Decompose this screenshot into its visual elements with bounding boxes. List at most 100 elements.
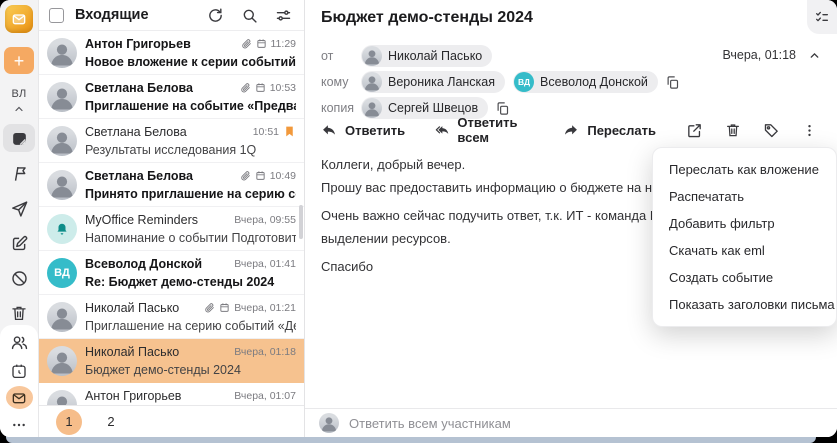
flag-icon	[10, 164, 29, 183]
calendar-app-button[interactable]	[3, 359, 35, 383]
list-scrollbar[interactable]	[299, 205, 303, 239]
left-rail: + ВЛ	[0, 0, 39, 437]
menu-item[interactable]: Распечатать	[653, 183, 836, 210]
recipient-chip[interactable]: Николай Пасько	[361, 45, 493, 67]
calendar-event-icon	[255, 82, 266, 93]
tag-icon[interactable]	[763, 122, 780, 139]
message-snippet: Новое вложение к серии событий «Аналити…	[85, 54, 296, 69]
sender-name: Светлана Белова	[85, 124, 187, 139]
search-icon[interactable]	[241, 7, 258, 24]
sidebar-item-sent[interactable]	[3, 194, 35, 222]
message-time: 10:51	[252, 125, 279, 138]
user-avatar	[319, 413, 339, 433]
attachment-icon	[240, 82, 251, 93]
photo-avatar	[47, 38, 77, 68]
forward-button[interactable]: Переслать	[563, 122, 656, 138]
sender-name: Николай Пасько	[85, 300, 180, 315]
to-row: кому Вероника Ланская ВД Всеволод Донской	[321, 70, 821, 94]
initials-avatar: ВД	[514, 72, 535, 92]
sender-name: MyOffice Reminders	[85, 212, 198, 227]
list-header: Входящие	[39, 0, 304, 31]
filter-tune-icon[interactable]	[275, 7, 292, 24]
menu-item[interactable]: Скачать как eml	[653, 237, 836, 264]
calendar-icon	[10, 362, 28, 380]
message-time: Вчера, 01:41	[234, 257, 296, 270]
sidebar-item-spam[interactable]	[3, 264, 35, 292]
profile-avatar[interactable]: ВЛ	[0, 88, 38, 100]
sender-name: Антон Григорьев	[85, 36, 191, 51]
from-label: от	[321, 49, 334, 63]
list-item[interactable]: Антон Григорьев 11:29 Новое вложение к сер…	[39, 31, 304, 75]
reminder-bell-avatar	[47, 214, 77, 244]
menu-item[interactable]: Переслать как вложение	[653, 156, 836, 183]
folder-title: Входящие	[75, 7, 149, 23]
list-item[interactable]: Антон Григорьев Вчера, 01:07	[39, 383, 304, 405]
inbox-icon	[10, 129, 29, 148]
photo-avatar	[47, 346, 77, 376]
checklist-icon	[814, 9, 830, 25]
copy-cc-button[interactable]	[495, 101, 510, 116]
compose-button[interactable]: +	[4, 47, 34, 74]
photo-avatar	[362, 98, 382, 118]
recipient-name: Вероника Ланская	[388, 75, 496, 89]
sidebar-item-inbox[interactable]	[3, 124, 35, 152]
open-in-new-icon[interactable]	[686, 122, 703, 139]
reply-all-button[interactable]: Ответить всем	[435, 115, 533, 145]
menu-item[interactable]: Создать событие	[653, 264, 836, 291]
message-snippet: Re: Бюджет демо-стенды 2024	[85, 274, 275, 289]
calendar-event-icon	[255, 170, 266, 181]
paper-plane-icon	[10, 199, 29, 218]
attachment-icon	[241, 38, 252, 49]
quick-reply-bar[interactable]: Ответить всем участникам	[305, 408, 837, 437]
list-item[interactable]: Светлана Белова 10:51 Результаты исследова…	[39, 119, 304, 163]
contacts-app-button[interactable]	[3, 331, 35, 355]
list-item[interactable]: Светлана Белова 10:53 Приглашение на событ…	[39, 75, 304, 119]
message-time: Вчера, 09:55	[234, 213, 296, 226]
page-button[interactable]: 2	[98, 409, 124, 435]
reply-button[interactable]: Ответить	[321, 122, 405, 138]
refresh-icon[interactable]	[207, 7, 224, 24]
photo-avatar	[362, 72, 382, 92]
message-time: Вчера, 01:18	[234, 345, 296, 358]
bookmark-flag-icon	[283, 125, 296, 138]
collapse-chevron-up-icon[interactable]	[808, 49, 821, 62]
recipient-chip[interactable]: Вероника Ланская	[361, 71, 506, 93]
people-icon	[10, 333, 29, 352]
dots-horizontal-icon	[11, 417, 27, 433]
list-item[interactable]: ВД Всеволод Донской Вчера, 01:41 Re: Бюджет…	[39, 251, 304, 295]
sidebar-item-flagged[interactable]	[3, 159, 35, 187]
calendar-event-icon	[256, 38, 267, 49]
list-item[interactable]: MyOffice Reminders Вчера, 09:55 Напоминани…	[39, 207, 304, 251]
menu-item[interactable]: Показать заголовки письма	[653, 291, 836, 318]
cc-label: копия	[321, 101, 355, 115]
sidebar-item-trash[interactable]	[3, 299, 35, 327]
list-item[interactable]: Николай Пасько Вчера, 01:21 Приглашение на…	[39, 295, 304, 339]
photo-avatar	[47, 170, 77, 200]
sender-name: Всеволод Донской	[85, 256, 203, 271]
mail-app-button[interactable]	[5, 386, 33, 410]
message-snippet: Результаты исследования 1Q	[85, 142, 257, 157]
myoffice-mail-logo-icon[interactable]	[5, 5, 33, 33]
tasks-flap-button[interactable]	[807, 0, 837, 34]
calendar-event-icon	[219, 302, 230, 313]
pagination: 12	[39, 405, 304, 437]
copy-recipients-button[interactable]	[665, 75, 680, 90]
email-date: Вчера, 01:18	[722, 48, 796, 62]
sidebar-item-drafts[interactable]	[3, 229, 35, 257]
delete-icon[interactable]	[725, 122, 741, 138]
list-item[interactable]: Светлана Белова 10:49 Принято приглашение …	[39, 163, 304, 207]
kebab-menu-icon[interactable]	[802, 123, 817, 138]
menu-item[interactable]: Добавить фильтр	[653, 210, 836, 237]
chevron-up-icon[interactable]	[13, 103, 25, 115]
select-all-checkbox[interactable]	[49, 7, 64, 23]
reading-pane: Бюджет демо-стенды 2024 от Николай Паськ…	[305, 0, 837, 437]
plus-icon: +	[13, 50, 25, 71]
page-button[interactable]: 1	[56, 408, 82, 435]
more-apps-button[interactable]	[3, 413, 35, 437]
trash-icon	[10, 304, 28, 322]
photo-avatar	[47, 390, 77, 405]
recipient-chip[interactable]: ВД Всеволод Донской	[513, 71, 658, 93]
sender-name: Светлана Белова	[85, 80, 193, 95]
list-item[interactable]: Николай Пасько Вчера, 01:18 Бюджет демо-ст…	[39, 339, 304, 383]
message-snippet: Приглашение на событие «Предварительно…	[85, 98, 296, 113]
